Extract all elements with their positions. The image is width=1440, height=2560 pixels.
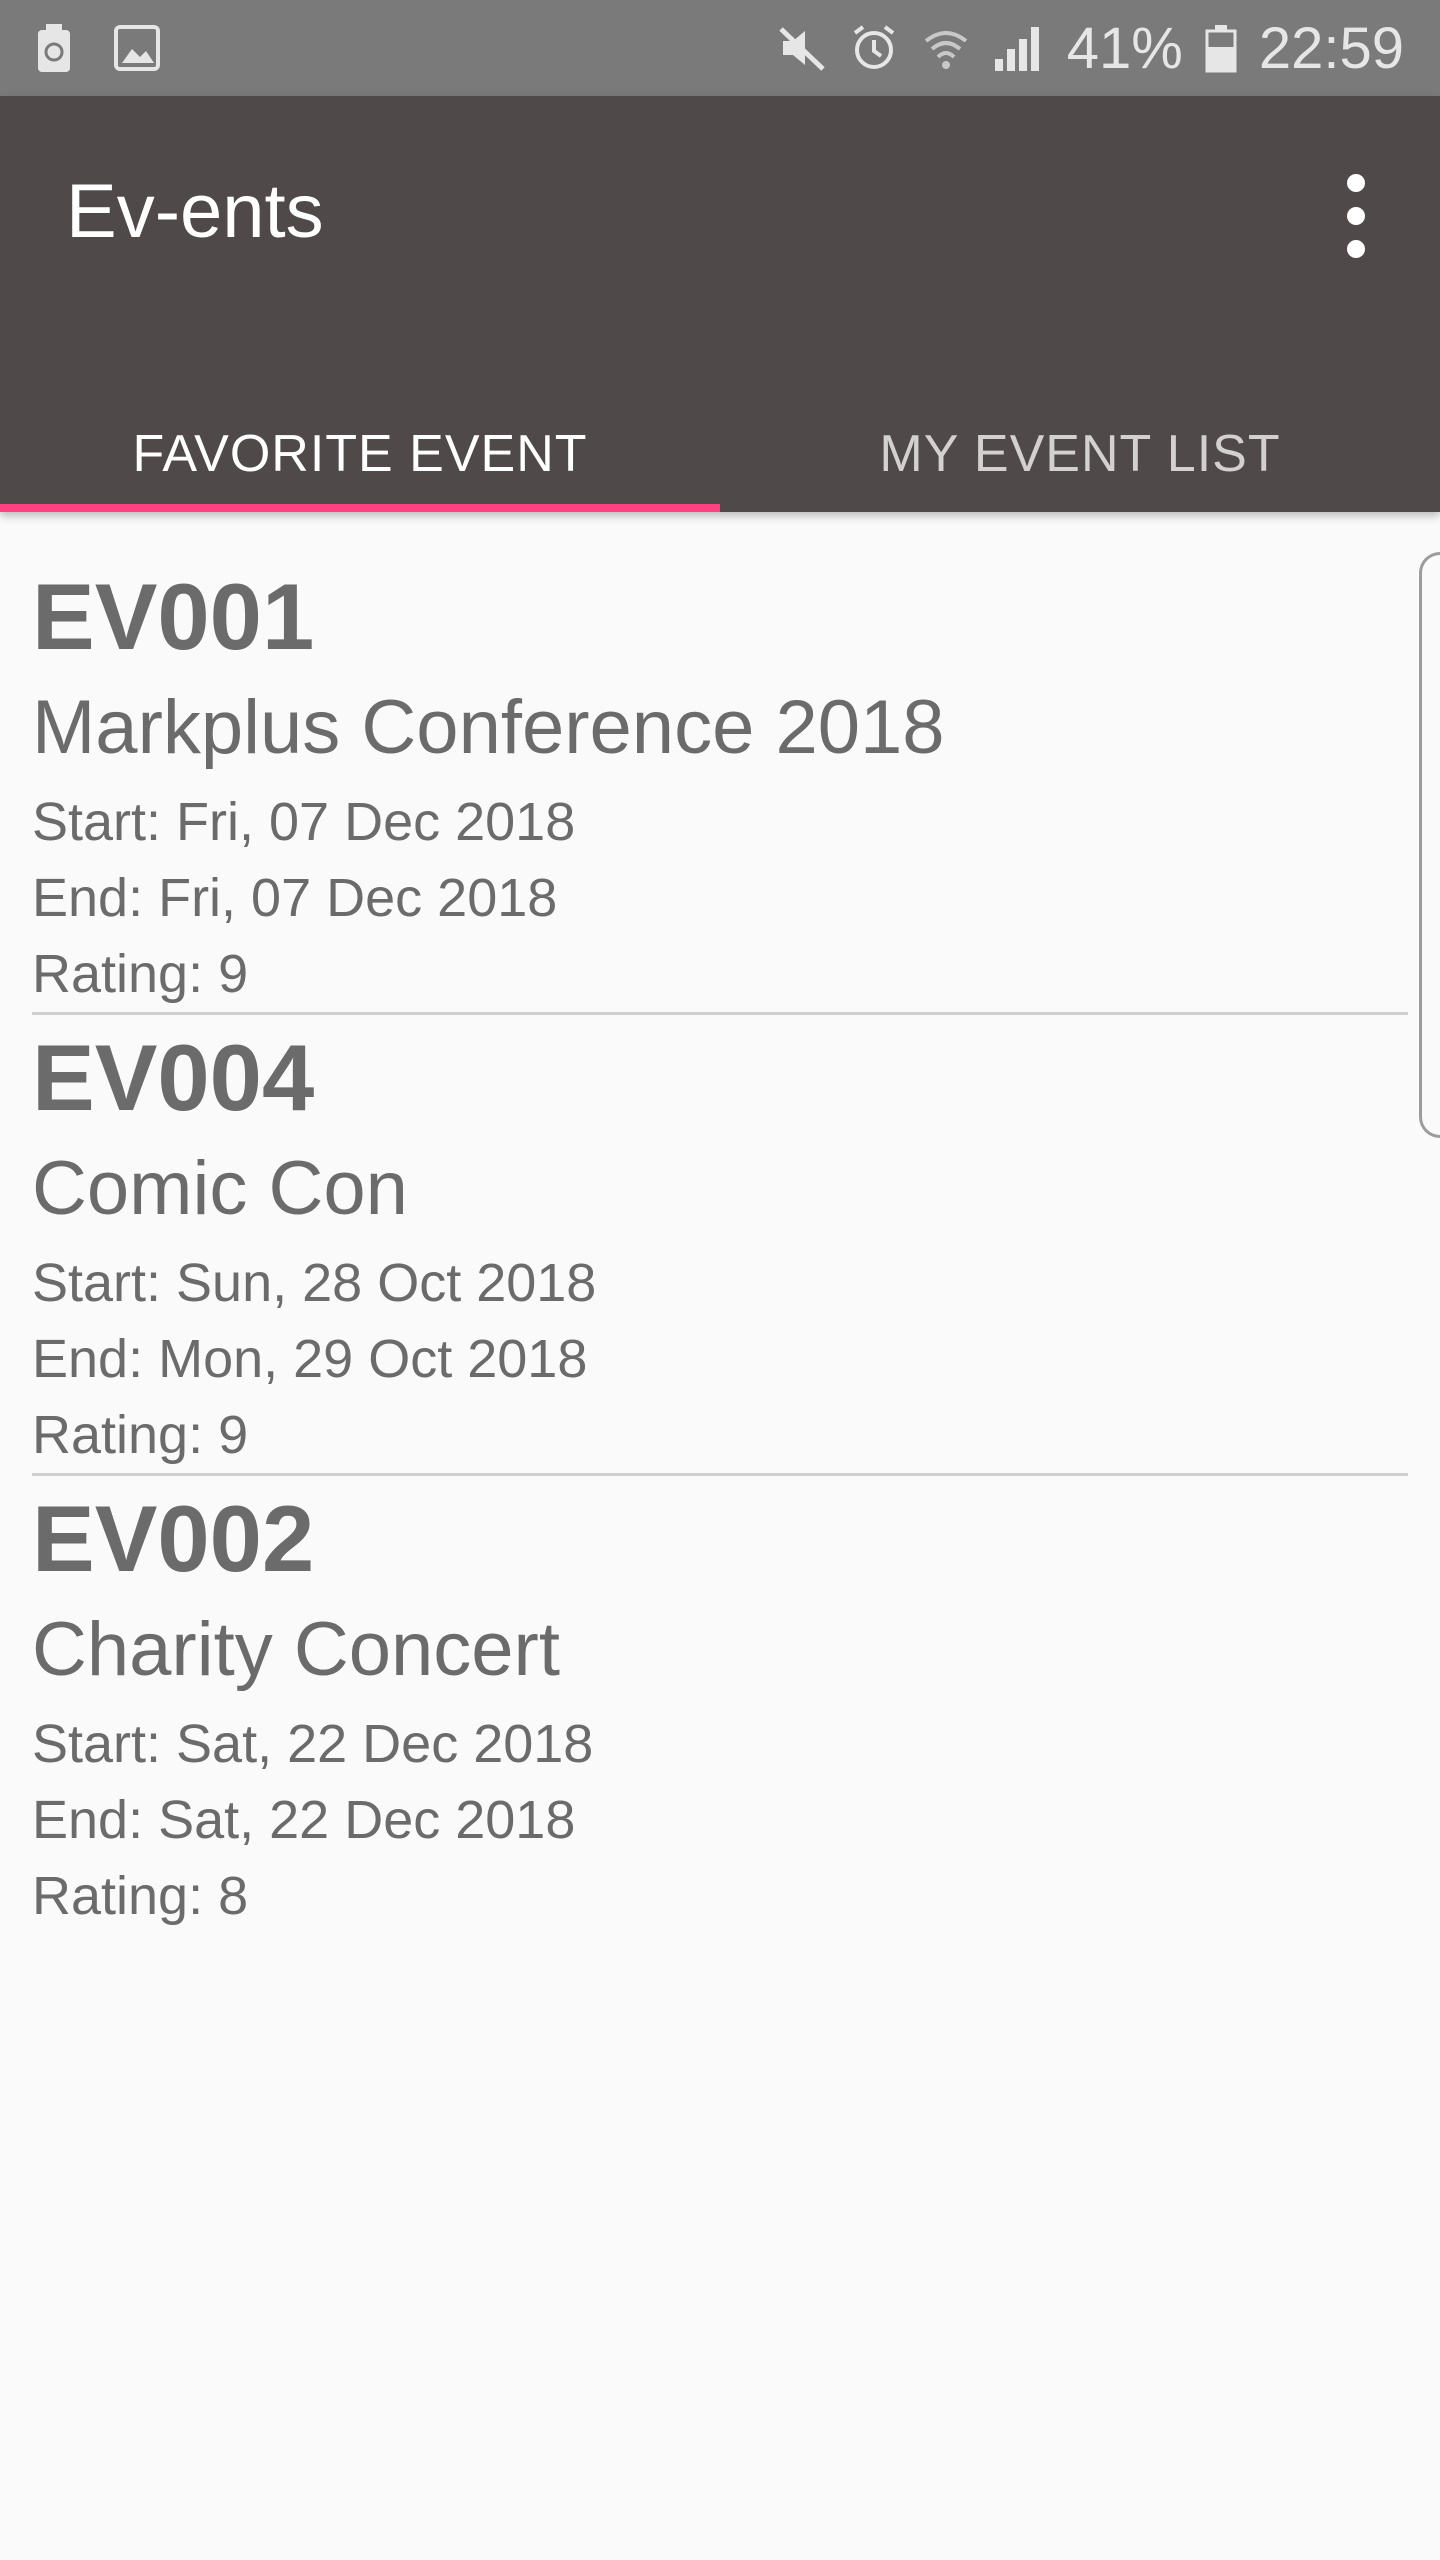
battery-percent: 41%: [1066, 15, 1183, 81]
image-icon: [114, 22, 160, 74]
event-list: EV001 Markplus Conference 2018 Start: Fr…: [0, 512, 1440, 2560]
tab-bar: FAVORITE EVENT MY EVENT LIST: [0, 396, 1440, 512]
event-code: EV004: [32, 1025, 315, 1130]
event-end: End: Sat, 22 Dec 2018: [32, 1790, 576, 1850]
event-start: Start: Sat, 22 Dec 2018: [32, 1714, 594, 1774]
tab-favorite-event[interactable]: FAVORITE EVENT: [0, 396, 720, 512]
event-end: End: Mon, 29 Oct 2018: [32, 1329, 588, 1389]
tab-label: FAVORITE EVENT: [132, 425, 588, 483]
event-rating: Rating: 9: [32, 1405, 249, 1465]
event-name: Charity Concert: [32, 1607, 560, 1692]
signal-icon: [993, 23, 1045, 73]
event-end: End: Fri, 07 Dec 2018: [32, 868, 558, 928]
clock: 22:59: [1258, 15, 1404, 81]
storage-icon: [36, 22, 72, 74]
app-bar: Ev-ents FAVORITE EVENT MY EVENT LIST: [0, 96, 1440, 512]
event-code: EV002: [32, 1486, 315, 1591]
status-bar: 41% 22:59: [0, 0, 1440, 96]
alarm-icon: [849, 23, 899, 73]
battery-icon: [1205, 23, 1237, 73]
app-title: Ev-ents: [66, 169, 324, 254]
wifi-icon: [921, 23, 971, 73]
event-rating: Rating: 9: [32, 944, 249, 1004]
tab-my-event-list[interactable]: MY EVENT LIST: [720, 396, 1440, 512]
event-name: Comic Con: [32, 1146, 408, 1231]
overflow-menu-icon[interactable]: [1332, 174, 1380, 258]
event-start: Start: Sun, 28 Oct 2018: [32, 1253, 597, 1313]
event-start: Start: Fri, 07 Dec 2018: [32, 792, 576, 852]
list-item[interactable]: EV004 Comic Con Start: Sun, 28 Oct 2018 …: [32, 1023, 1408, 1473]
tab-label: MY EVENT LIST: [879, 425, 1281, 483]
tab-indicator: [0, 504, 720, 512]
event-code: EV001: [32, 564, 315, 669]
list-item[interactable]: EV001 Markplus Conference 2018 Start: Fr…: [32, 562, 1408, 1012]
list-item[interactable]: EV002 Charity Concert Start: Sat, 22 Dec…: [32, 1484, 1408, 1934]
event-name: Markplus Conference 2018: [32, 685, 945, 770]
scroll-edge-glow: [1419, 552, 1440, 1138]
mute-icon: [777, 23, 827, 73]
event-rating: Rating: 8: [32, 1866, 249, 1926]
